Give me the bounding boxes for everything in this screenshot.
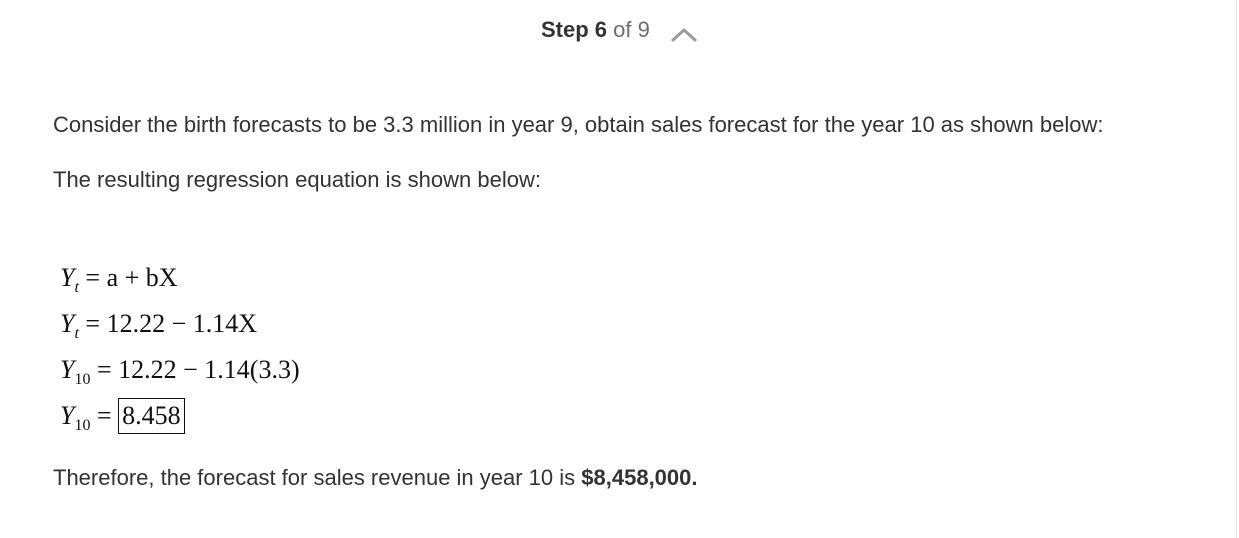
- eq-var: Y: [60, 263, 75, 292]
- forecast-amount: $8,458,000.: [581, 465, 698, 490]
- boxed-answer: 8.458: [118, 398, 185, 434]
- conclusion-text: Therefore, the forecast for sales revenu…: [53, 465, 582, 490]
- equation-line-4: Y10 = 8.458: [60, 393, 300, 439]
- eq-sub: t: [74, 325, 79, 342]
- eq-var: Y: [60, 355, 75, 384]
- conclusion-paragraph: Therefore, the forecast for sales revenu…: [53, 457, 698, 498]
- eq-sub: t: [74, 279, 79, 296]
- step-header[interactable]: Step 6 of 9: [0, 14, 1239, 46]
- intro-paragraph: Consider the birth forecasts to be 3.3 m…: [53, 112, 1104, 137]
- eq-rhs: = 12.22 − 1.14(3.3): [96, 355, 300, 384]
- equation-line-1: Yt = a + bX: [60, 255, 300, 301]
- regression-intro: The resulting regression equation is sho…: [53, 167, 541, 192]
- equation-line-3: Y10 = 12.22 − 1.14(3.3): [60, 347, 300, 393]
- equation-line-2: Yt = 12.22 − 1.14X: [60, 301, 300, 347]
- step-number: 6: [594, 17, 608, 42]
- step-total: of 9: [613, 17, 650, 42]
- eq-rhs: = a + bX: [85, 263, 178, 292]
- eq-var: Y: [60, 309, 75, 338]
- chevron-up-icon[interactable]: [670, 20, 698, 42]
- step-content: Consider the birth forecasts to be 3.3 m…: [53, 104, 1183, 200]
- eq-sub: 10: [74, 371, 91, 388]
- equation-block: Yt = a + bX Yt = 12.22 − 1.14X Y10 = 12.…: [60, 255, 300, 439]
- right-border: [1236, 0, 1237, 538]
- eq-var: Y: [60, 401, 75, 430]
- step-label: Step: [540, 17, 589, 42]
- eq-rhs-prefix: =: [96, 401, 119, 430]
- eq-rhs: = 12.22 − 1.14X: [85, 309, 258, 338]
- eq-sub: 10: [74, 417, 91, 434]
